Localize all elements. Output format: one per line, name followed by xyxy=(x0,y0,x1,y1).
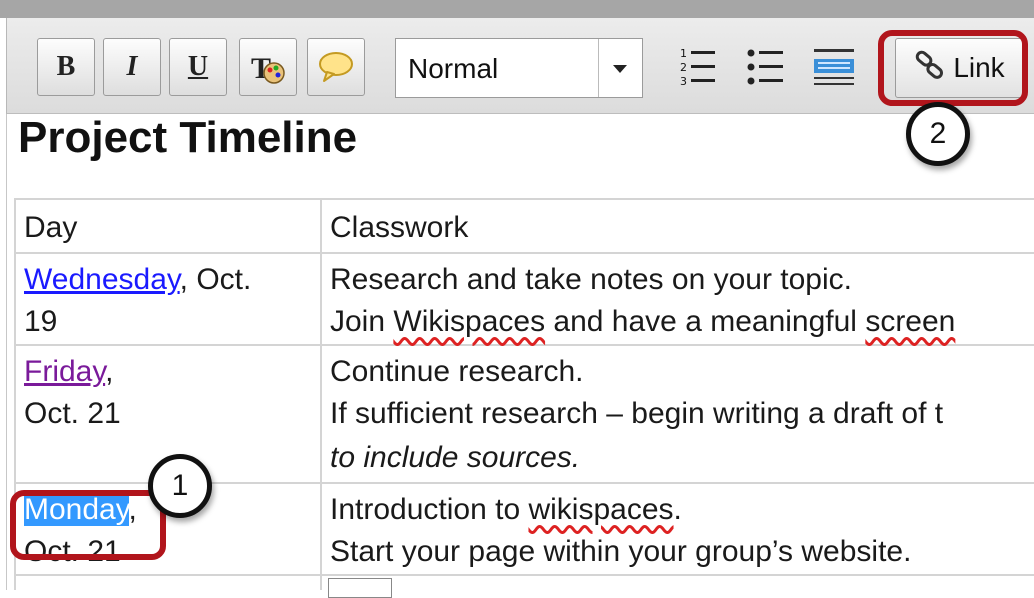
callout-1-number: 1 xyxy=(171,469,189,502)
dropdown-arrow-icon[interactable] xyxy=(613,65,627,73)
comment-button[interactable] xyxy=(307,38,365,96)
row2-day-line2: Oct. 21 xyxy=(24,397,121,430)
row2-classwork-line1: Continue research. xyxy=(330,355,584,388)
row1-day-line2: 19 xyxy=(24,305,58,338)
table-border-row4 xyxy=(14,574,1034,576)
indent-button[interactable] xyxy=(807,42,861,96)
numbered-list-button[interactable]: 1 2 3 xyxy=(671,42,725,96)
row2-classwork-line2: If sufficient research – begin writing a… xyxy=(330,397,944,430)
page-title: Project Timeline xyxy=(18,113,358,162)
comment-icon xyxy=(317,50,355,84)
callout-1: 1 xyxy=(148,454,212,518)
row3-line1-c: . xyxy=(673,493,682,526)
underline-label: U xyxy=(187,51,209,82)
row1-line2-b: Wikispaces xyxy=(393,305,546,338)
table-border-row2 xyxy=(14,344,1034,346)
row3-line1-b: wikispaces xyxy=(528,493,674,526)
row1-line2-c: and have a meaningful xyxy=(545,305,866,338)
bold-button[interactable]: B xyxy=(37,38,95,96)
row1-classwork-line2: Join Wikispaces and have a meaningful sc… xyxy=(330,300,955,343)
row2-day-text: , xyxy=(105,355,114,388)
svg-text:1: 1 xyxy=(680,47,687,60)
table-column-divider xyxy=(320,198,322,590)
callout-2: 2 xyxy=(906,102,970,166)
row1-day-text: , Oct. xyxy=(179,263,252,296)
row2-day: Friday, xyxy=(24,350,113,393)
style-select-value: Normal xyxy=(408,53,499,84)
text-color-icon: T xyxy=(249,48,287,86)
top-border xyxy=(0,0,1034,18)
bullet-list-button[interactable] xyxy=(739,42,793,96)
row1-classwork-line1: Research and take notes on your topic. xyxy=(330,263,852,296)
table-border-top xyxy=(14,198,1034,200)
italic-button[interactable]: I xyxy=(103,38,161,96)
table-border-row1 xyxy=(14,252,1034,254)
row3-line1-a: Introduction to xyxy=(330,493,529,526)
svg-text:2: 2 xyxy=(680,61,687,74)
row3-classwork-line1: Introduction to wikispaces. xyxy=(330,488,682,531)
header-day: Day xyxy=(24,211,78,244)
callout-2-number: 2 xyxy=(929,117,947,150)
wednesday-link[interactable]: Wednesday xyxy=(24,263,180,296)
row1-line2-a: Join xyxy=(330,305,394,338)
friday-link[interactable]: Friday xyxy=(24,355,105,388)
editor-left-border xyxy=(6,114,7,590)
numbered-list-icon: 1 2 3 xyxy=(678,45,718,94)
bold-label: B xyxy=(56,51,76,82)
indent-icon xyxy=(812,45,856,94)
select-separator xyxy=(598,39,599,97)
text-color-button[interactable]: T xyxy=(239,38,297,96)
header-classwork: Classwork xyxy=(330,211,469,244)
italic-label: I xyxy=(126,51,138,82)
paragraph-style-select[interactable]: Normal xyxy=(395,38,643,98)
row2-classwork-line3: to include sources. xyxy=(330,441,581,474)
bullet-list-icon xyxy=(746,45,786,94)
link-button-highlight xyxy=(878,30,1028,106)
monday-highlight xyxy=(10,490,166,560)
row3-classwork-line2: Start your page within your group’s webs… xyxy=(330,535,912,568)
row1-line2-d: screen xyxy=(865,305,956,338)
row1-day: Wednesday, Oct. xyxy=(24,258,251,301)
svg-text:3: 3 xyxy=(680,75,687,88)
table-cell-input-partial[interactable] xyxy=(328,578,392,598)
underline-button[interactable]: U xyxy=(169,38,227,96)
